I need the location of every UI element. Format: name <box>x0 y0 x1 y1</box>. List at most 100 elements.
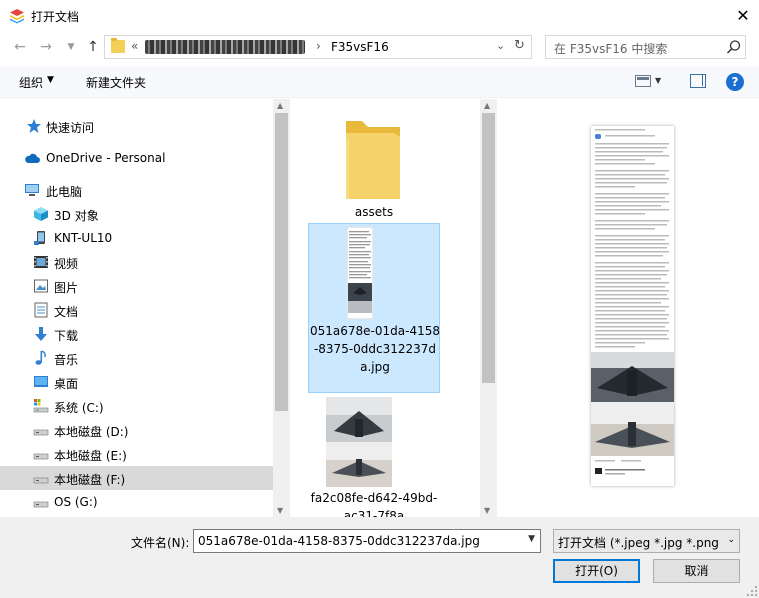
chevron-down-icon[interactable]: ▼ <box>528 534 535 544</box>
dialog-footer: 文件名(N): 051a678e-01da-4158-8375-0ddc3122… <box>0 517 759 598</box>
sidebar-item-drive-e[interactable]: 本地磁盘 (E:) <box>0 442 273 466</box>
image-thumbnail-icon <box>326 397 392 487</box>
forward-button[interactable]: → <box>37 37 55 57</box>
file-item-image[interactable]: fa2c08fe-d642-49bd-ac31-7f8a <box>308 397 440 517</box>
preview-pane-toggle-icon[interactable] <box>690 74 706 88</box>
sidebar-item-label: 视频 <box>54 257 79 271</box>
title-bar: 打开文档 ✕ <box>0 0 759 32</box>
refresh-icon[interactable]: ↻ <box>514 38 525 53</box>
sidebar-item-drive-g[interactable]: OS (G:) <box>0 490 273 514</box>
scroll-up-icon[interactable]: ▲ <box>277 101 283 110</box>
command-bar: 组织 ▼ 新建文件夹 ▼ ? <box>0 66 759 98</box>
cube-icon <box>34 207 48 221</box>
sidebar-item-knt-ul10[interactable]: KNT-UL10 <box>0 226 273 250</box>
filetype-select[interactable]: 打开文档 (*.jpeg *.jpg *.png * ⌄ <box>553 529 740 553</box>
sidebar-item-label: KNT-UL10 <box>54 231 113 245</box>
arrow-up-icon: ↑ <box>87 39 99 55</box>
sidebar-item-videos[interactable]: 视频 <box>0 250 273 274</box>
sidebar-item-label: 本地磁盘 (D:) <box>54 425 129 439</box>
close-button[interactable]: ✕ <box>730 4 756 28</box>
redacted-path-segment[interactable] <box>145 40 305 54</box>
address-bar[interactable]: « › F35vsF16 ⌄ ↻ <box>104 35 532 59</box>
resize-grip-icon[interactable] <box>746 585 758 597</box>
filename-value[interactable]: 051a678e-01da-4158-8375-0ddc312237da.jpg <box>198 534 480 548</box>
up-button[interactable]: ↑ <box>84 37 102 57</box>
drive-icon <box>33 477 49 484</box>
scroll-down-icon[interactable]: ▼ <box>277 506 283 515</box>
sidebar-item-3d-objects[interactable]: 3D 对象 <box>0 202 273 226</box>
filename-label: 文件名(N): <box>131 536 190 550</box>
scroll-down-icon[interactable]: ▼ <box>484 506 490 515</box>
drive-icon <box>33 429 49 436</box>
file-item-image-selected[interactable]: 051a678e-01da-4158-8375-0ddc312237da.jpg <box>308 223 440 393</box>
picture-icon <box>34 279 48 293</box>
sidebar-item-drive-f[interactable]: 本地磁盘 (F:) <box>0 466 273 490</box>
path-overflow[interactable]: « <box>131 39 138 53</box>
download-icon <box>35 327 47 341</box>
star-icon <box>27 119 41 133</box>
sidebar-item-downloads[interactable]: 下载 <box>0 322 273 346</box>
file-item-folder[interactable]: assets <box>308 105 440 223</box>
sidebar-item-onedrive[interactable]: OneDrive - Personal <box>0 146 273 170</box>
sidebar-item-desktop[interactable]: 桌面 <box>0 370 273 394</box>
image-thumbnail-icon <box>347 227 373 319</box>
file-list-scrollbar[interactable]: ▲ ▼ <box>480 99 497 517</box>
desktop-icon <box>34 376 48 387</box>
close-icon: ✕ <box>736 6 750 25</box>
folder-icon <box>346 121 400 199</box>
sidebar-item-label: 快速访问 <box>46 121 95 135</box>
video-icon <box>34 256 48 268</box>
arrow-right-icon: → <box>40 39 52 55</box>
chevron-down-icon: ▼ <box>67 42 75 52</box>
device-icon <box>34 231 45 245</box>
organize-button[interactable]: 组织 <box>19 74 43 91</box>
sidebar-item-pictures[interactable]: 图片 <box>0 274 273 298</box>
help-icon[interactable]: ? <box>726 73 744 91</box>
computer-icon <box>25 184 39 196</box>
organize-caret-icon: ▼ <box>47 75 54 85</box>
back-button[interactable]: ← <box>11 37 29 57</box>
filename-field[interactable]: 051a678e-01da-4158-8375-0ddc312237da.jpg… <box>193 529 541 553</box>
view-options-icon[interactable] <box>635 75 651 87</box>
sidebar-item-drive-d[interactable]: 本地磁盘 (D:) <box>0 418 273 442</box>
address-dropdown-icon[interactable]: ⌄ <box>496 39 505 52</box>
sidebar-item-label: 图片 <box>54 281 79 295</box>
chevron-down-icon: ⌄ <box>727 535 735 545</box>
sidebar-item-this-pc[interactable]: 此电脑 <box>0 178 273 202</box>
sidebar-item-music[interactable]: 音乐 <box>0 346 273 370</box>
search-icon <box>726 40 741 54</box>
navigation-pane: 快速访问 OneDrive - Personal 此电脑 3D 对象 KNT-U… <box>0 99 273 517</box>
document-icon <box>34 302 48 318</box>
preview-pane <box>497 99 759 517</box>
scroll-up-icon[interactable]: ▲ <box>484 101 490 110</box>
sidebar-item-label: OS (G:) <box>54 495 98 509</box>
search-input[interactable]: 在 F35vsF16 中搜索 <box>554 40 667 57</box>
sidebar-item-quick-access[interactable]: 快速访问 <box>0 114 273 138</box>
file-name: assets <box>354 205 394 219</box>
sidebar-item-label: 本地磁盘 (F:) <box>54 473 126 487</box>
window-title: 打开文档 <box>31 10 80 24</box>
folder-icon <box>111 38 125 53</box>
view-caret-icon[interactable]: ▼ <box>655 76 661 85</box>
music-icon <box>35 350 46 365</box>
sidebar-item-label: 此电脑 <box>46 185 83 199</box>
cancel-button[interactable]: 取消 <box>653 559 740 583</box>
new-folder-button[interactable]: 新建文件夹 <box>86 74 146 91</box>
drive-icon <box>33 501 49 508</box>
file-list-scroll-thumb[interactable] <box>482 113 495 383</box>
search-box[interactable]: 在 F35vsF16 中搜索 <box>545 35 746 59</box>
sidebar-item-documents[interactable]: 文档 <box>0 298 273 322</box>
open-button[interactable]: 打开(O) <box>553 559 640 583</box>
breadcrumb-current-folder[interactable]: F35vsF16 <box>331 40 389 54</box>
recent-locations-button[interactable]: ▼ <box>62 37 80 57</box>
sidebar-item-drive-c[interactable]: 系统 (C:) <box>0 394 273 418</box>
file-name: 051a678e-01da-4158-8375-0ddc312237da.jpg <box>310 324 440 374</box>
chevron-right-icon: › <box>316 39 321 53</box>
preview-image <box>591 126 674 486</box>
sidebar-item-label: 本地磁盘 (E:) <box>54 449 127 463</box>
sidebar-item-label: 系统 (C:) <box>54 401 104 415</box>
sidebar-item-label: 3D 对象 <box>54 209 99 223</box>
arrow-left-icon: ← <box>14 39 26 55</box>
sidebar-scroll-thumb[interactable] <box>275 113 288 411</box>
sidebar-scrollbar[interactable]: ▲ ▼ <box>273 99 290 517</box>
